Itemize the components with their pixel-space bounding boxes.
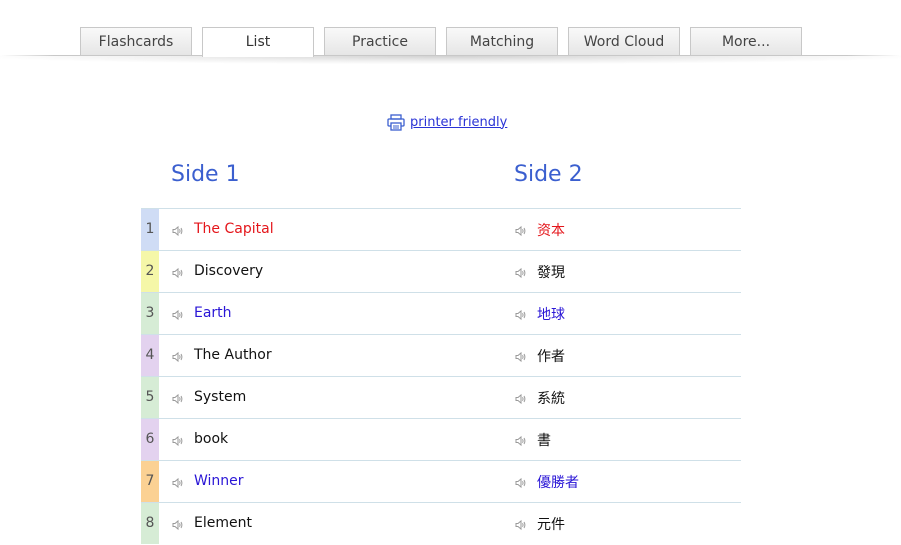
speaker-icon[interactable] [172,222,184,237]
column-header-side2: Side 2 [514,162,583,187]
speaker-icon[interactable] [515,390,527,405]
tab-bar: Flashcards List Practice Matching Word C… [0,0,901,70]
definition-text: 作者 [537,349,565,365]
row-number: 5 [141,377,159,418]
row-number: 1 [141,209,159,250]
list-item: 3 Earth 地球 [141,292,741,334]
list-item: 1 The Capital 资本 [141,208,741,250]
list-item: 2 Discovery 發現 [141,250,741,292]
tab-matching[interactable]: Matching [446,27,558,55]
definition-text: 地球 [537,307,565,323]
term-text: Winner [194,473,244,489]
list-item: 6 book 書 [141,418,741,460]
list-item: 4 The Author 作者 [141,334,741,376]
speaker-icon[interactable] [515,516,527,531]
row-number: 2 [141,251,159,292]
printer-icon[interactable] [387,113,405,131]
definition-text: 元件 [537,517,565,533]
term-text: Element [194,515,252,531]
definition-text: 發現 [537,265,565,281]
column-header-side1: Side 1 [171,162,240,187]
row-number: 3 [141,293,159,334]
row-number: 8 [141,503,159,544]
speaker-icon[interactable] [172,264,184,279]
term-text: book [194,431,229,447]
list-item: 8 Element 元件 [141,502,741,544]
definition-text: 系統 [537,391,565,407]
printer-friendly-link[interactable]: printer friendly [410,115,507,130]
speaker-icon[interactable] [515,348,527,363]
row-number: 6 [141,419,159,460]
tab-practice[interactable]: Practice [324,27,436,55]
speaker-icon[interactable] [172,306,184,321]
term-text: Discovery [194,263,264,279]
speaker-icon[interactable] [172,348,184,363]
speaker-icon[interactable] [515,474,527,489]
definition-text: 優勝者 [537,475,579,491]
speaker-icon[interactable] [515,306,527,321]
definition-text: 書 [537,433,551,449]
term-text: The Author [194,347,272,363]
term-text: The Capital [194,221,274,237]
speaker-icon[interactable] [172,432,184,447]
speaker-icon[interactable] [515,222,527,237]
speaker-icon[interactable] [172,390,184,405]
term-text: System [194,389,247,405]
tab-flashcards[interactable]: Flashcards [80,27,192,55]
list-item: 5 System 系統 [141,376,741,418]
row-number: 4 [141,335,159,376]
tab-word-cloud[interactable]: Word Cloud [568,27,680,55]
tab-bar-shadow [0,56,901,64]
term-list: 1 The Capital 资本 2 Discovery 發現 3 Earth 地球 4 The A… [141,208,741,544]
speaker-icon[interactable] [172,516,184,531]
tab-list[interactable]: List [202,27,314,57]
tab-more[interactable]: More... [690,27,802,55]
list-item: 7 Winner 優勝者 [141,460,741,502]
definition-text: 资本 [537,223,565,239]
printer-friendly-link-group[interactable]: printer friendly [387,112,507,132]
speaker-icon[interactable] [515,432,527,447]
speaker-icon[interactable] [515,264,527,279]
speaker-icon[interactable] [172,474,184,489]
row-number: 7 [141,461,159,502]
term-text: Earth [194,305,232,321]
